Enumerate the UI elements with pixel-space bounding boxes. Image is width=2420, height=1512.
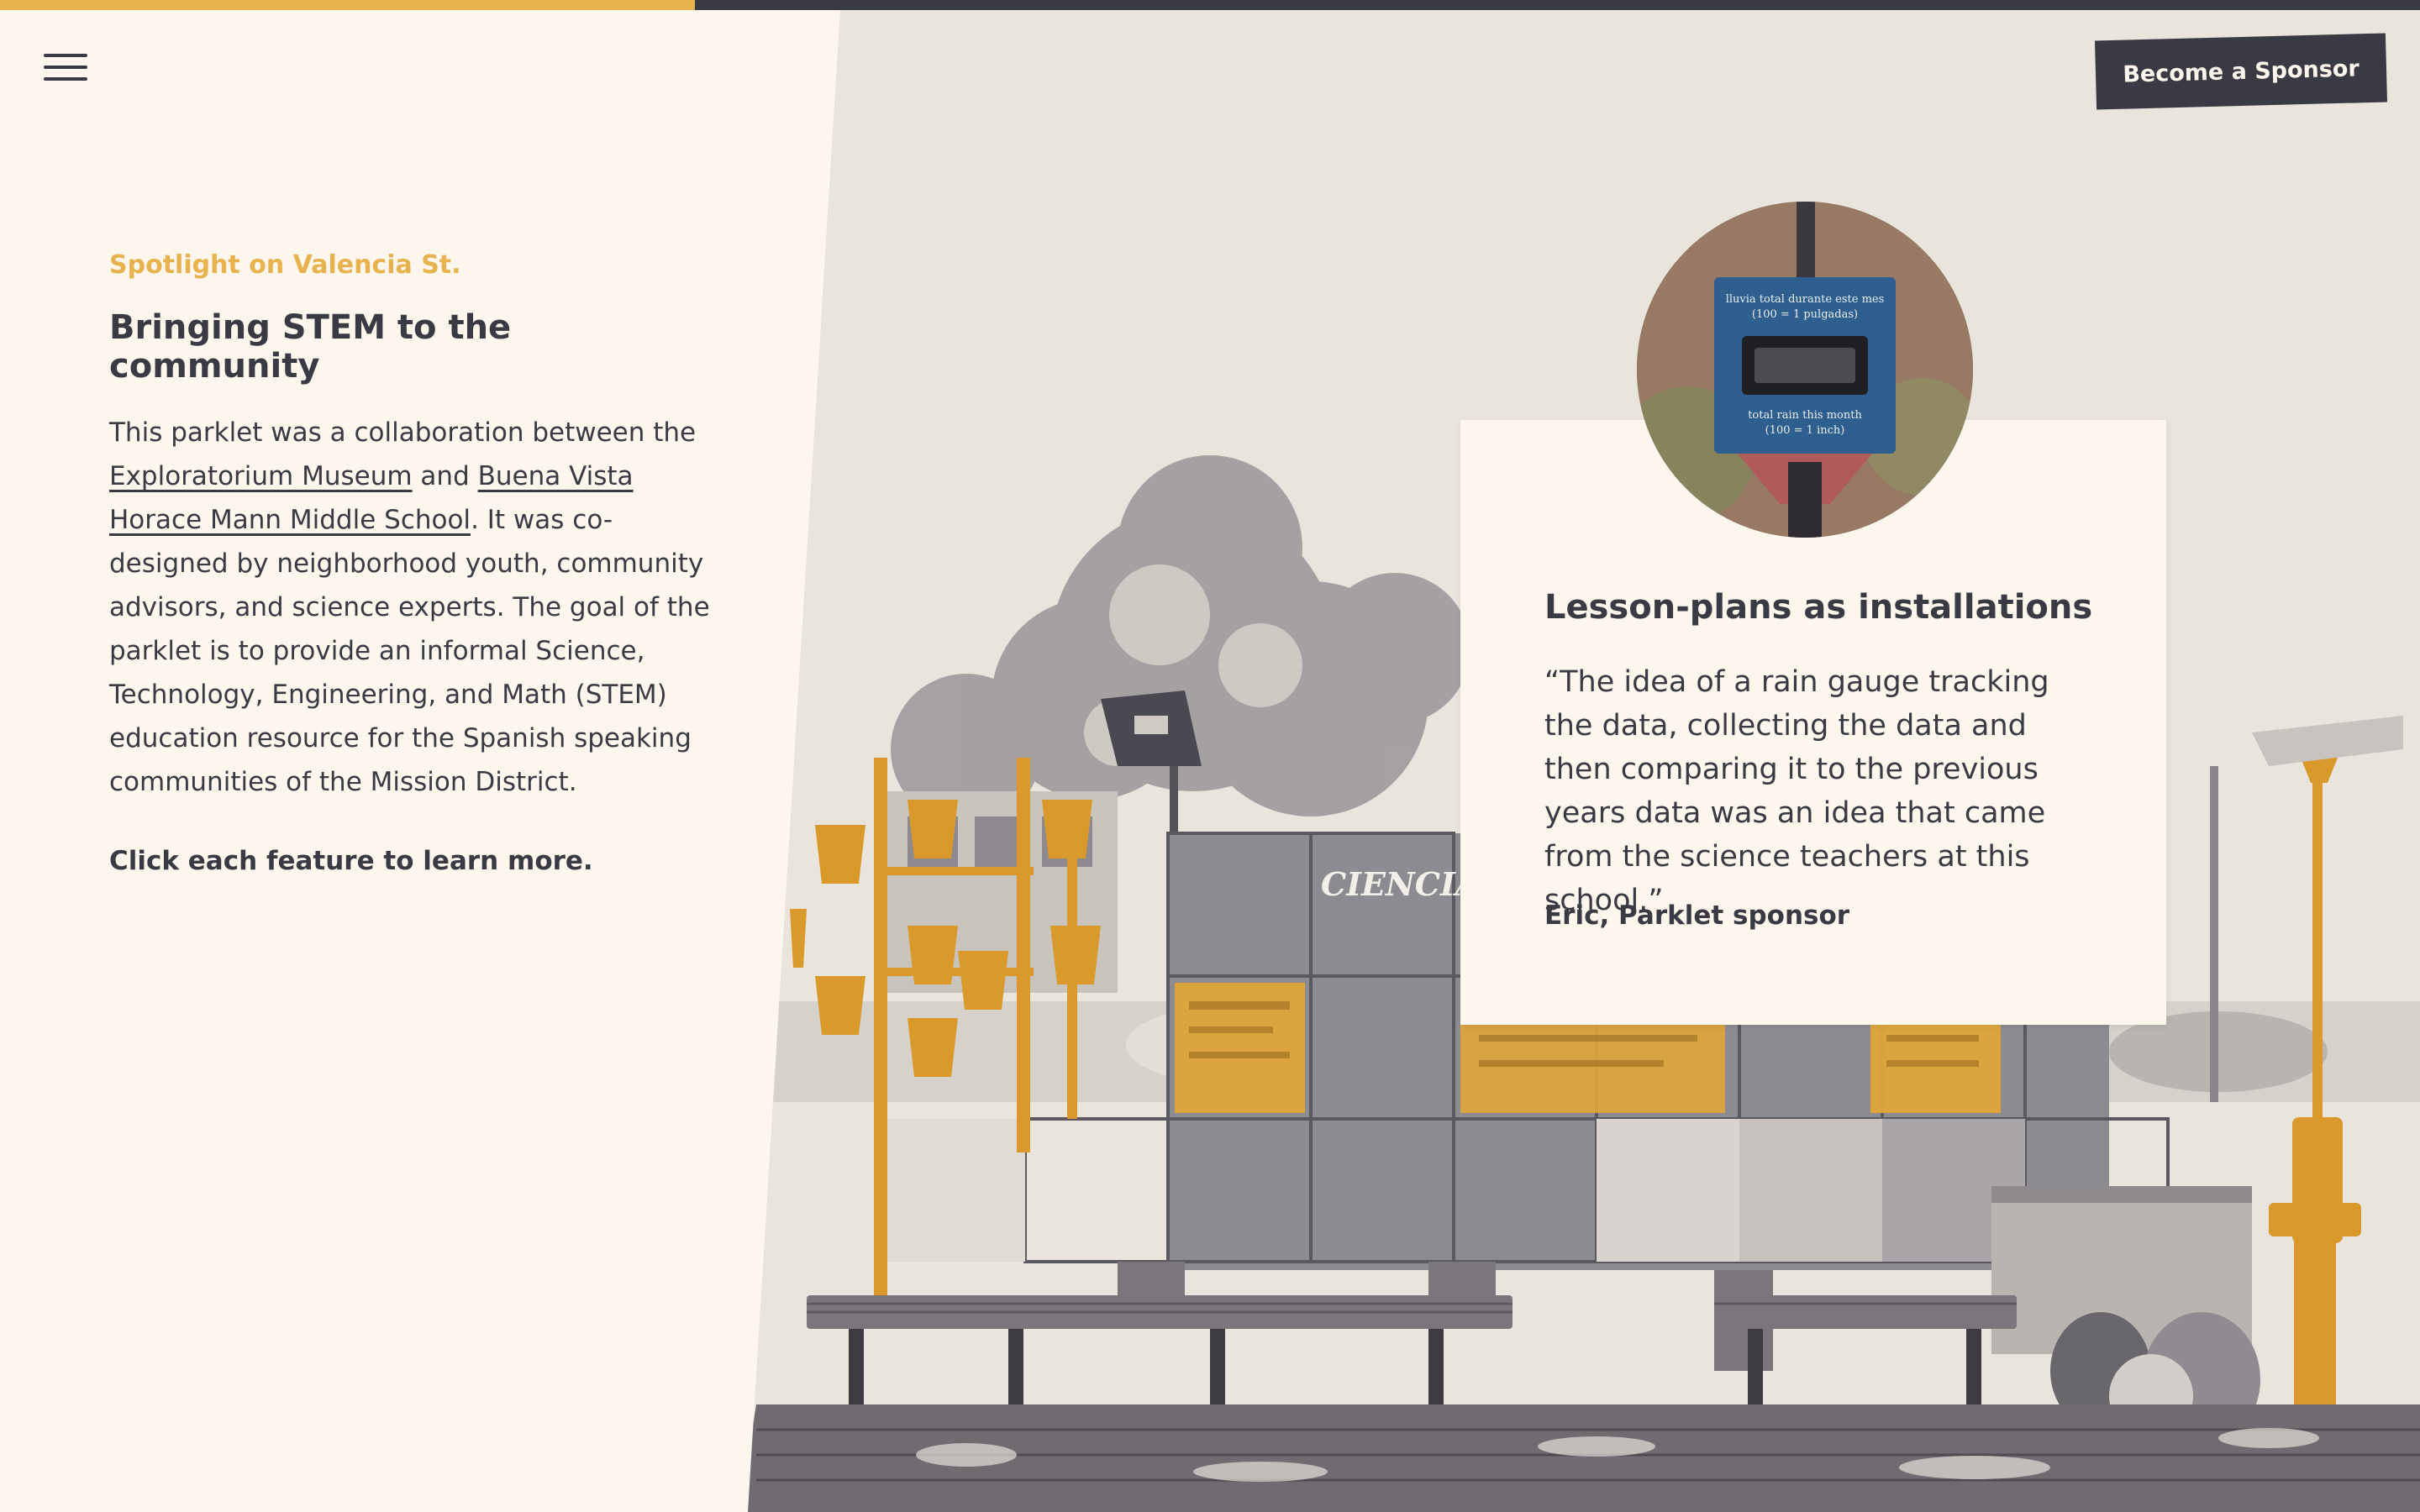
intro-text-prefix: This parklet was a collaboration between… — [109, 417, 697, 448]
progress-bar-fill — [0, 0, 695, 10]
become-sponsor-button[interactable]: Become a Sponsor — [2094, 33, 2388, 110]
svg-text:CIENCIA: CIENCIA — [1321, 865, 1480, 903]
card-author: Eric, Parklet sponsor — [1544, 900, 1850, 931]
feature-cta: Click each feature to learn more. — [109, 846, 593, 876]
exploratorium-link[interactable]: Exploratorium Museum — [109, 461, 413, 491]
intro-section: Spotlight on Valencia St. Bringing STEM … — [109, 250, 714, 876]
svg-text:lluvia total durante este mes: lluvia total durante este mes — [1726, 293, 1885, 306]
card-quote: “The idea of a rain gauge tracking the d… — [1544, 665, 2049, 917]
svg-text:total rain this month: total rain this month — [1748, 409, 1862, 422]
svg-text:(100 = 1 pulgadas): (100 = 1 pulgadas) — [1752, 308, 1858, 321]
intro-paragraph: This parklet was a collaboration between… — [109, 411, 714, 804]
eyebrow-label: Spotlight on Valencia St. — [109, 250, 461, 280]
progress-bar — [0, 0, 2420, 10]
rain-gauge-avatar: lluvia total durante este mes (100 = 1 p… — [1637, 202, 1973, 538]
hamburger-line — [44, 66, 87, 69]
intro-text-conj: and — [412, 461, 478, 491]
section-heading: Bringing STEM to the community — [109, 308, 512, 386]
svg-text:(100 = 1 inch): (100 = 1 inch) — [1765, 424, 1845, 437]
card-title: Lesson-plans as installations — [1544, 588, 2093, 627]
intro-text-suffix: . It was co-designed by neighborhood you… — [109, 505, 710, 797]
hamburger-icon[interactable] — [44, 54, 87, 82]
hamburger-line — [44, 77, 87, 81]
hamburger-line — [44, 54, 87, 57]
